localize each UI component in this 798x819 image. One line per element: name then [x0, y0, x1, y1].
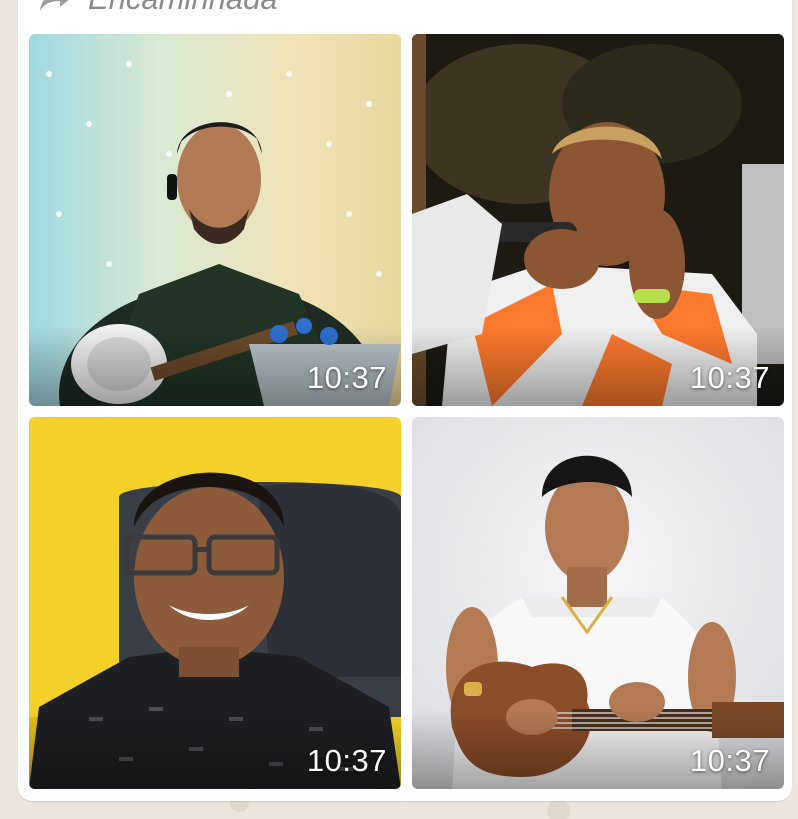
message-timestamp: 10:37	[689, 360, 770, 395]
forwarded-label: Encaminhada	[88, 0, 278, 17]
message-timestamp: 10:37	[306, 743, 387, 778]
media-thumbnail[interactable]: 10:37	[412, 34, 784, 406]
forward-arrow-icon	[40, 0, 69, 11]
media-thumbnail[interactable]: 10:37	[29, 417, 401, 789]
media-thumbnail[interactable]: 10:37	[412, 417, 784, 789]
message-timestamp: 10:37	[306, 360, 387, 395]
forwarded-indicator: Encaminhada	[38, 0, 278, 16]
message-timestamp: 10:37	[689, 743, 770, 778]
media-thumbnail[interactable]: 10:37	[29, 34, 401, 406]
